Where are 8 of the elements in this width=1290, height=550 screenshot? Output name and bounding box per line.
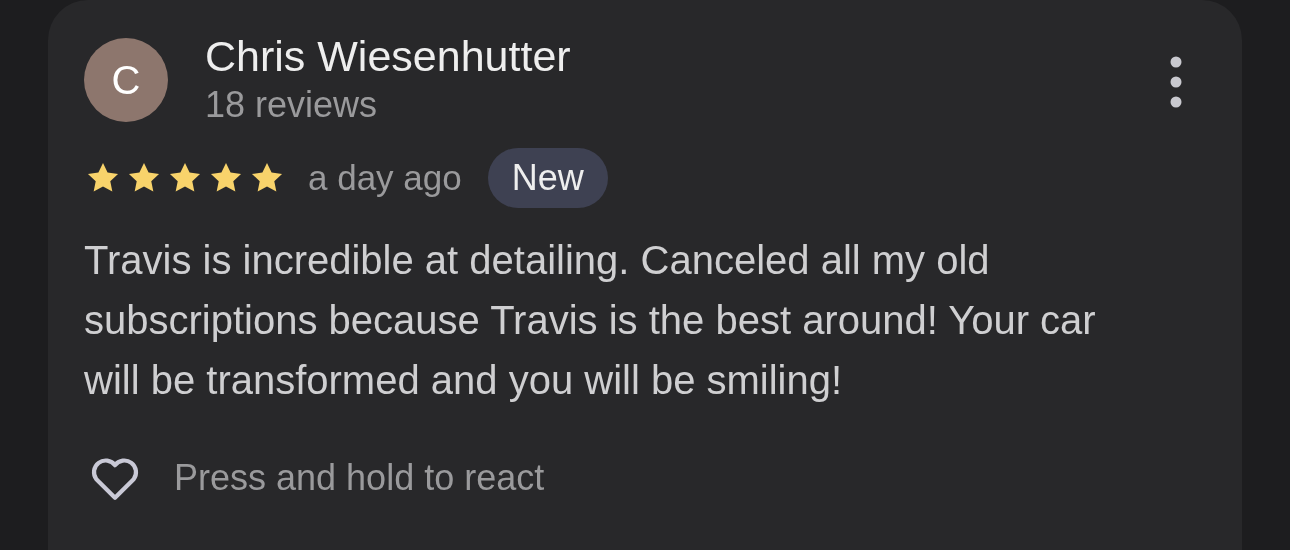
more-icon	[1170, 56, 1182, 108]
review-count: 18 reviews	[205, 83, 379, 127]
author-name: Chris Wiesenhutter	[205, 31, 571, 82]
react-hint: Press and hold to react	[174, 456, 545, 500]
review-time: a day ago	[308, 156, 462, 199]
review-text: Travis is incredible at detailing. Canceled all my old subscriptions because Travis is the best around! Your car will be transformed and you will be smiling!	[84, 237, 1097, 404]
new-badge: New	[487, 148, 608, 208]
avatar: C	[84, 38, 168, 122]
